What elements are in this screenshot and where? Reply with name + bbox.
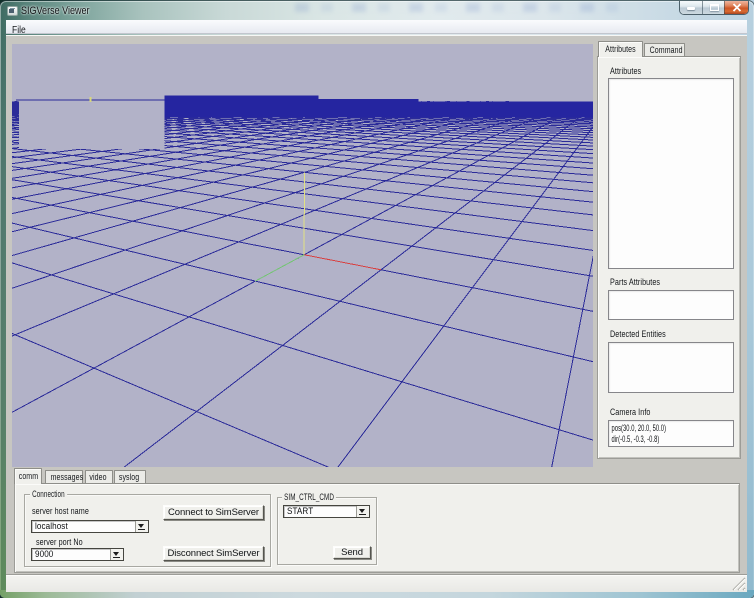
tab-video[interactable]: video (85, 470, 113, 483)
app-window: SIGVerse Viewer File Attributes Command … (0, 1, 754, 598)
tab-attributes[interactable]: Attributes (598, 41, 643, 57)
server-host-dropdown-button[interactable] (135, 521, 148, 532)
tab-label: Command (650, 44, 683, 56)
disconnect-button[interactable]: Disconnect SimServer (163, 546, 264, 561)
tab-label: video (90, 471, 107, 483)
comm-panel: Connection server host name localhost se… (14, 483, 740, 573)
close-icon (732, 3, 742, 12)
maximize-button[interactable] (702, 1, 724, 14)
tab-command[interactable]: Command (644, 43, 685, 56)
detected-entities-label: Detected Entities (610, 329, 666, 339)
tab-syslog[interactable]: syslog (114, 470, 146, 483)
tab-comm[interactable]: comm (14, 468, 42, 484)
sim-ctrl-dropdown-button[interactable] (356, 506, 369, 517)
dropdown-underline (113, 557, 120, 558)
resize-grip[interactable] (732, 577, 746, 591)
glass-reflection (295, 3, 625, 12)
dropdown-underline (138, 529, 145, 530)
parts-attributes-box[interactable] (608, 290, 734, 320)
sim-ctrl-cmd-value: START (287, 506, 313, 517)
dropdown-arrow-icon (113, 552, 119, 556)
parts-attributes-label: Parts Attributes (610, 277, 660, 287)
tab-label: Attributes (605, 42, 635, 57)
server-port-value: 9000 (35, 549, 53, 560)
server-host-combobox[interactable]: localhost (31, 520, 149, 533)
send-button[interactable]: Send (333, 546, 371, 559)
tab-label: messages (51, 471, 84, 483)
connection-group-label: Connection (30, 489, 67, 499)
dropdown-underline (359, 514, 366, 515)
tab-label: comm (18, 469, 37, 484)
connect-button[interactable]: Connect to SimServer (163, 505, 264, 520)
app-icon (7, 6, 18, 16)
minimize-button[interactable] (680, 1, 702, 14)
caption-button-group (680, 1, 748, 14)
dropdown-arrow-icon (359, 509, 365, 513)
attributes-label: Attributes (610, 66, 641, 76)
camera-pos-text: pos(30.0, 20.0, 50.0) (612, 423, 689, 434)
window-title: SIGVerse Viewer (21, 5, 90, 17)
minimize-icon (687, 7, 695, 10)
statusbar (6, 574, 747, 592)
detected-entities-box[interactable] (608, 342, 734, 393)
app-icon-detail (10, 8, 15, 9)
window-frame-right (747, 1, 754, 598)
dropdown-arrow-icon (138, 524, 144, 528)
camera-info-label: Camera Info (610, 407, 651, 417)
maximize-icon (710, 4, 719, 11)
tab-label: syslog (119, 471, 139, 483)
client-area: Attributes Command Attributes Parts Attr… (6, 35, 747, 591)
camera-dir-text: dir(-0.5, -0.3, -0.8) (612, 434, 689, 445)
sim-ctrl-cmd-combobox[interactable]: START (283, 505, 370, 518)
server-port-dropdown-button[interactable] (110, 549, 123, 560)
server-host-value: localhost (35, 521, 68, 532)
attributes-listbox[interactable] (608, 78, 734, 269)
server-port-combobox[interactable]: 9000 (31, 548, 124, 561)
sim-ctrl-group-label: SIM_CTRL_CMD (282, 492, 336, 502)
3d-viewport[interactable] (12, 44, 593, 467)
menubar: File (6, 20, 747, 34)
close-button[interactable] (724, 1, 748, 14)
server-host-name-label: server host name (32, 506, 89, 516)
camera-info-box: pos(30.0, 20.0, 50.0) dir(-0.5, -0.3, -0… (608, 420, 734, 447)
tab-messages[interactable]: messages (45, 470, 83, 483)
app-icon-detail (9, 9, 14, 13)
server-port-label: server port No (36, 537, 83, 547)
titlebar[interactable]: SIGVerse Viewer (0, 1, 754, 20)
